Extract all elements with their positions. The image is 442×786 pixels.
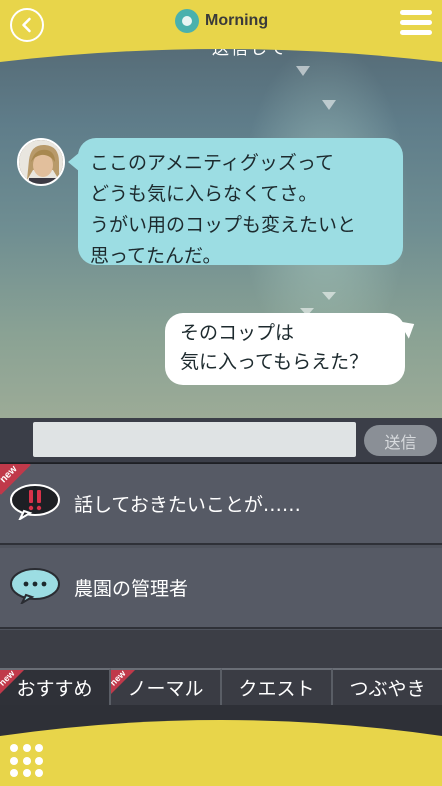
grid-dot — [22, 756, 31, 765]
apps-grid-button[interactable] — [10, 744, 44, 778]
grid-dot — [35, 744, 44, 752]
footer-bar — [0, 708, 442, 786]
outgoing-message-line: そのコップは — [180, 322, 295, 344]
incoming-message-line: ここのアメニティグッズって — [90, 152, 334, 174]
new-badge: new — [0, 670, 34, 704]
hamburger-line — [400, 30, 432, 35]
outgoing-message-line: 気に入ってもらえた？ — [180, 351, 369, 373]
spacer — [0, 630, 442, 668]
choice-item[interactable]: new 話しておきたいことが…… — [0, 464, 442, 545]
send-button[interactable]: 送信 — [364, 425, 437, 456]
sparkle-decoration — [296, 66, 310, 76]
category-tabs: new おすすめ new ノーマル クエスト つぶやき — [0, 668, 442, 708]
menu-button[interactable] — [400, 10, 432, 38]
sun-icon — [175, 9, 199, 33]
time-of-day-indicator: Morning — [175, 9, 268, 33]
tab-label: つぶやき — [349, 678, 426, 700]
reply-choices: new 話しておきたいことが…… 農園の管理者 — [0, 464, 442, 630]
grid-dot — [10, 769, 18, 778]
chat-area: 送信して ここのアメニティグッズって どうも気に入らなくてさ。 うがい用のコップ… — [0, 0, 442, 418]
tab-normal[interactable]: new ノーマル — [111, 668, 222, 705]
outgoing-message-bubble: そのコップは 気に入ってもらえた？ — [165, 313, 405, 385]
message-input[interactable] — [33, 422, 356, 457]
back-button[interactable] — [10, 8, 44, 42]
grid-dot — [10, 756, 18, 765]
choice-text: 農園の管理者 — [74, 578, 189, 600]
incoming-message-line: うがい用のコップも変えたいと — [90, 214, 357, 236]
speech-bubble-icon — [10, 568, 60, 604]
grid-dot — [22, 744, 31, 752]
chevron-left-icon — [22, 17, 31, 33]
grid-dot — [35, 769, 44, 778]
grid-dot — [10, 744, 18, 752]
header-bar: Morning — [0, 0, 442, 62]
character-avatar[interactable] — [17, 138, 65, 186]
tab-recommended[interactable]: new おすすめ — [0, 668, 111, 705]
sparkle-decoration — [322, 292, 336, 300]
choice-text: 話しておきたいことが…… — [74, 494, 301, 516]
choice-item[interactable]: 農園の管理者 — [0, 548, 442, 629]
tab-label: クエスト — [238, 678, 315, 700]
exclamation-bubble-icon — [10, 484, 60, 520]
time-of-day-label: Morning — [205, 12, 269, 29]
new-badge: new — [111, 670, 145, 704]
grid-dot — [35, 756, 44, 765]
message-input-row: 送信 — [0, 418, 442, 463]
incoming-message-line: どうも気に入らなくてさ。 — [90, 183, 318, 205]
sparkle-decoration — [322, 100, 336, 110]
tab-tweets[interactable]: つぶやき — [333, 668, 442, 705]
incoming-message-line: 思ってたんだ。 — [90, 245, 222, 267]
hamburger-line — [400, 20, 432, 25]
grid-dot — [22, 769, 31, 778]
tab-quest[interactable]: クエスト — [222, 668, 333, 705]
footer-background — [0, 708, 442, 786]
hamburger-line — [400, 10, 432, 15]
incoming-message-bubble: ここのアメニティグッズって どうも気に入らなくてさ。 うがい用のコップも変えたい… — [68, 138, 403, 267]
